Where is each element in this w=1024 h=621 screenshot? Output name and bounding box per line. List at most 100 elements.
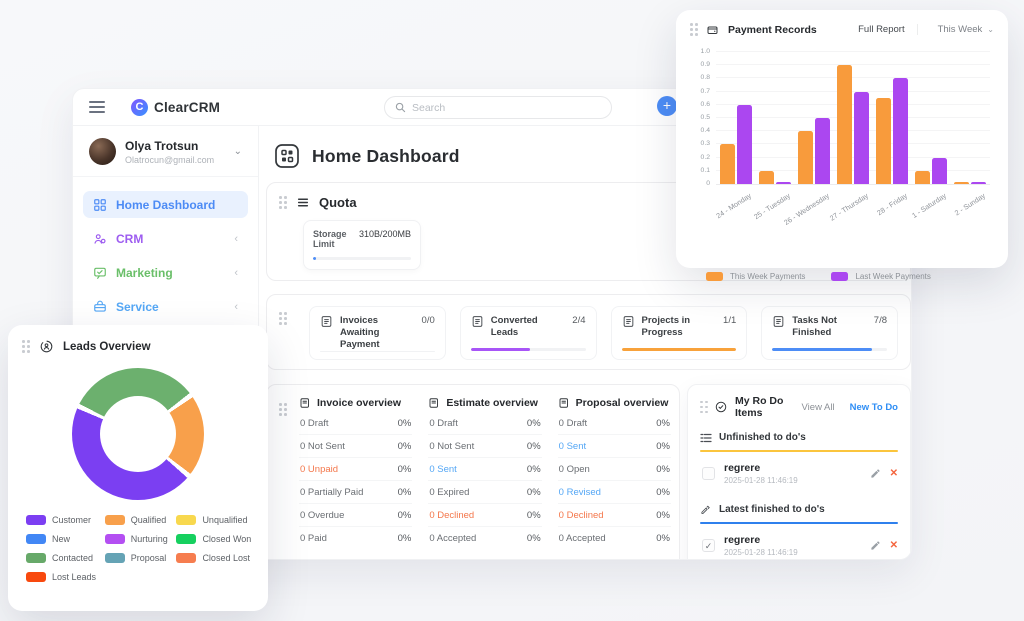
- y-axis-tick-label: 0.5: [690, 114, 710, 121]
- estimate-icon: [428, 397, 440, 409]
- legend-swatch: [831, 272, 848, 281]
- week-range-dropdown[interactable]: This Week ⌄: [938, 24, 994, 35]
- leads-legend-item: Proposal: [105, 553, 169, 563]
- avatar: [89, 138, 116, 165]
- drag-handle-icon[interactable]: [690, 23, 698, 36]
- overview-row[interactable]: 0 Accepted0%: [558, 527, 671, 549]
- todo-item-date: 2025-01-28 11:46:19: [724, 476, 861, 485]
- overview-row-label: 0 Declined: [429, 510, 474, 521]
- gridline: [716, 104, 990, 105]
- stat-card-icon: [471, 315, 484, 328]
- sidebar-item-label: Marketing: [116, 266, 173, 280]
- overview-row[interactable]: 0 Draft0%: [299, 412, 412, 435]
- overview-row-label: 0 Sent: [559, 441, 586, 452]
- week-range-value: This Week: [938, 24, 983, 35]
- stat-card-tasks-not-finished[interactable]: Tasks Not Finished7/8: [761, 306, 898, 360]
- drag-handle-icon[interactable]: [279, 312, 287, 325]
- overview-row[interactable]: 0 Sent0%: [428, 458, 541, 481]
- y-axis-tick-label: 0.6: [690, 101, 710, 108]
- edit-pencil-icon[interactable]: [870, 468, 881, 479]
- overview-row[interactable]: 0 Open0%: [558, 458, 671, 481]
- profile-menu[interactable]: Olya Trotsun Olatrocun@gmail.com ⌄: [73, 126, 258, 177]
- leads-overview-title: Leads Overview: [63, 341, 151, 353]
- leads-legend-swatch: [176, 515, 196, 525]
- sidebar-item-service[interactable]: Service‹: [83, 293, 248, 320]
- leads-legend-item: New: [26, 534, 97, 544]
- leads-legend-swatch: [26, 553, 46, 563]
- overview-columns: Invoice overview0 Draft0%0 Not Sent0%0 U…: [299, 397, 671, 560]
- sidebar-item-crm[interactable]: CRM‹: [83, 225, 248, 252]
- new-todo-link[interactable]: New To Do: [850, 402, 898, 413]
- y-axis-tick-label: 0.2: [690, 154, 710, 161]
- hamburger-menu-icon[interactable]: [89, 101, 105, 113]
- overview-row-value: 0%: [527, 441, 541, 452]
- overview-row[interactable]: 0 Draft0%: [428, 412, 541, 435]
- chevron-collapsed-icon: ‹: [234, 301, 238, 313]
- leads-legend-item: Closed Won: [176, 534, 252, 544]
- checkbox-unchecked[interactable]: [702, 467, 715, 480]
- edit-pencil-icon[interactable]: [870, 540, 881, 551]
- checkbox-checked[interactable]: ✓: [702, 539, 715, 552]
- drag-handle-icon[interactable]: [22, 340, 30, 353]
- overview-row-value: 0%: [656, 418, 670, 429]
- overview-title: Proposal overview: [576, 397, 669, 409]
- page-title-text: Home Dashboard: [312, 146, 460, 167]
- drag-handle-icon[interactable]: [700, 401, 708, 414]
- proposal-icon: [558, 397, 570, 409]
- overview-row[interactable]: 0 Partially Paid0%: [299, 481, 412, 504]
- bar-last-week: [971, 182, 986, 184]
- service-icon: [93, 300, 107, 314]
- overview-row[interactable]: 0 Not Sent0%: [299, 435, 412, 458]
- full-report-link[interactable]: Full Report: [858, 24, 917, 35]
- gridline: [716, 117, 990, 118]
- dashboard-icon: [93, 198, 107, 212]
- overview-row[interactable]: 0 Expired0%: [428, 481, 541, 504]
- sidebar-item-home-dashboard[interactable]: Home Dashboard: [83, 191, 248, 218]
- leads-legend-swatch: [176, 534, 196, 544]
- overview-row-value: 0%: [656, 533, 670, 544]
- search-bar[interactable]: [384, 96, 612, 119]
- view-all-link[interactable]: View All: [802, 402, 835, 413]
- todo-item-name: regrere: [724, 462, 861, 474]
- stat-label: Projects in Progress: [642, 315, 717, 339]
- leads-donut-chart: [72, 368, 204, 500]
- stat-card-converted-leads[interactable]: Converted Leads2/4: [460, 306, 597, 360]
- stat-card-icon: [320, 315, 333, 328]
- stat-card-invoices-awaiting-payment[interactable]: Invoices Awaiting Payment0/0: [309, 306, 446, 360]
- add-new-button[interactable]: +: [657, 96, 677, 116]
- bar-this-week: [915, 171, 930, 184]
- overview-row[interactable]: 0 Accepted0%: [428, 527, 541, 549]
- y-axis-tick-label: 1.0: [690, 48, 710, 55]
- todo-item-info: regrere2025-01-28 11:46:19: [724, 534, 861, 557]
- legend-item: Last Week Payments: [831, 272, 930, 281]
- delete-x-icon[interactable]: ✕: [890, 468, 898, 479]
- leads-legend-label: Closed Won: [202, 534, 251, 544]
- sidebar-item-marketing[interactable]: Marketing‹: [83, 259, 248, 286]
- overview-row[interactable]: 0 Revised0%: [558, 481, 671, 504]
- todo-item: ✓ regrere2025-01-28 11:46:19 ✕: [700, 524, 898, 560]
- leads-legend-item: Nurturing: [105, 534, 169, 544]
- overview-row-label: 0 Draft: [559, 418, 588, 429]
- bar-last-week: [893, 78, 908, 184]
- legend-label: Last Week Payments: [855, 272, 930, 281]
- leads-legend-swatch: [105, 534, 125, 544]
- overview-row[interactable]: 0 Paid0%: [299, 527, 412, 549]
- stat-card-projects-in-progress[interactable]: Projects in Progress1/1: [611, 306, 748, 360]
- overview-row[interactable]: 0 Unpaid0%: [299, 458, 412, 481]
- overview-row[interactable]: 0 Declined0%: [428, 504, 541, 527]
- overview-row[interactable]: 0 Overdue0%: [299, 504, 412, 527]
- y-axis-tick-label: 0.9: [690, 61, 710, 68]
- drag-handle-icon[interactable]: [279, 196, 287, 209]
- overview-row[interactable]: 0 Draft 0%: [558, 412, 671, 435]
- overview-row[interactable]: 0 Declined0%: [558, 504, 671, 527]
- overview-row[interactable]: 0 Sent0%: [558, 435, 671, 458]
- overview-row-label: 0 Sent: [429, 464, 456, 475]
- delete-x-icon[interactable]: ✕: [890, 540, 898, 551]
- drag-handle-icon[interactable]: [279, 403, 287, 560]
- profile-email: Olatrocun@gmail.com: [125, 155, 214, 165]
- app-logo[interactable]: C ClearCRM: [131, 99, 220, 116]
- search-input[interactable]: [412, 102, 572, 114]
- overview-row-label: 0 Draft: [429, 418, 458, 429]
- overview-row[interactable]: 0 Not Sent0%: [428, 435, 541, 458]
- quota-list-icon: [296, 196, 310, 209]
